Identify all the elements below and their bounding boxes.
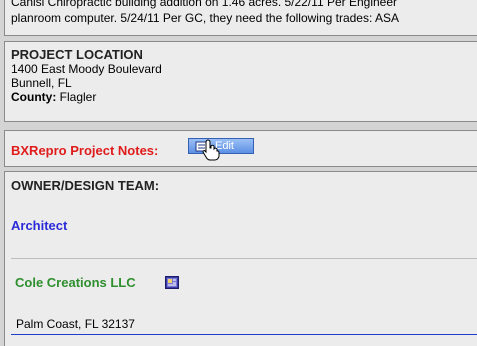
description-line-1: Canisi Chiropractic building addition on… bbox=[11, 0, 398, 9]
architect-link[interactable]: Architect bbox=[11, 218, 67, 233]
business-card-icon[interactable] bbox=[165, 276, 179, 289]
project-notes-label: BXRepro Project Notes: bbox=[11, 143, 159, 158]
project-location-panel: PROJECT LOCATION 1400 East Moody Bouleva… bbox=[4, 41, 477, 122]
company-name-link[interactable]: Cole Creations LLC bbox=[15, 275, 136, 290]
county-value: Flagler bbox=[59, 90, 97, 104]
county-label: County: bbox=[11, 90, 57, 104]
description-line-2: planroom computer. 5/24/11 Per GC, they … bbox=[11, 11, 400, 25]
location-city-state: Bunnell, FL bbox=[11, 76, 72, 90]
location-address: 1400 East Moody Boulevard bbox=[11, 62, 162, 76]
hand-pointer-icon bbox=[202, 139, 220, 161]
section-divider bbox=[11, 258, 477, 259]
project-notes-panel: BXRepro Project Notes: Edit bbox=[4, 130, 477, 167]
project-location-title: PROJECT LOCATION bbox=[11, 47, 143, 62]
edit-notes-button[interactable]: Edit bbox=[188, 138, 254, 154]
owner-design-team-panel: OWNER/DESIGN TEAM: Architect Cole Creati… bbox=[4, 171, 477, 346]
owner-design-team-title: OWNER/DESIGN TEAM: bbox=[11, 178, 160, 193]
project-description-panel: Canisi Chiropractic building addition on… bbox=[4, 0, 477, 36]
company-divider bbox=[11, 334, 477, 335]
company-city: Palm Coast, FL 32137 bbox=[16, 317, 135, 331]
location-county: County: Flagler bbox=[11, 90, 162, 104]
